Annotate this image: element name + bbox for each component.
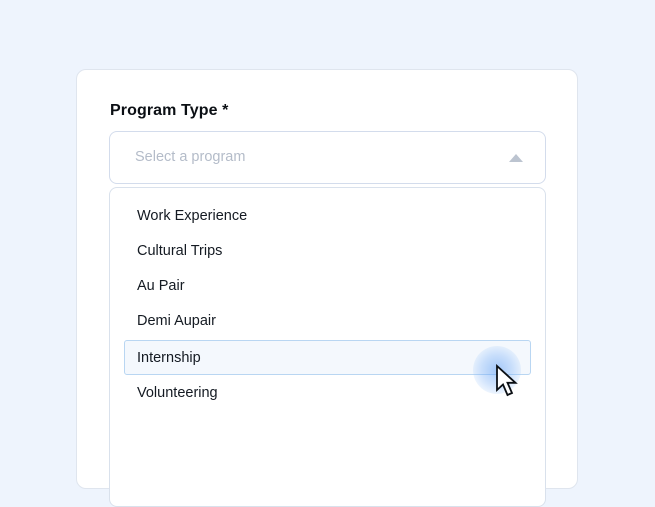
option-demi-aupair[interactable]: Demi Aupair bbox=[124, 303, 531, 338]
option-label: Au Pair bbox=[137, 278, 185, 294]
option-label: Demi Aupair bbox=[137, 313, 216, 329]
select-placeholder: Select a program bbox=[135, 149, 246, 165]
chevron-up-icon[interactable] bbox=[509, 154, 523, 162]
program-type-label: Program Type * bbox=[110, 102, 229, 119]
cursor-overlay bbox=[473, 346, 525, 402]
option-label: Work Experience bbox=[137, 208, 248, 224]
option-volunteering[interactable]: Volunteering bbox=[124, 375, 531, 410]
program-form-card: Program Type * Select a program Work Exp… bbox=[76, 69, 578, 507]
mouse-pointer-icon bbox=[496, 364, 518, 397]
option-internship[interactable]: Internship bbox=[124, 340, 531, 375]
option-label: Volunteering bbox=[137, 385, 218, 401]
option-work-experience[interactable]: Work Experience bbox=[124, 198, 531, 233]
option-label: Internship bbox=[137, 350, 201, 366]
program-type-select[interactable]: Select a program bbox=[109, 131, 546, 184]
option-cultural-trips[interactable]: Cultural Trips bbox=[124, 233, 531, 268]
option-label: Cultural Trips bbox=[137, 243, 223, 259]
option-au-pair[interactable]: Au Pair bbox=[124, 268, 531, 303]
